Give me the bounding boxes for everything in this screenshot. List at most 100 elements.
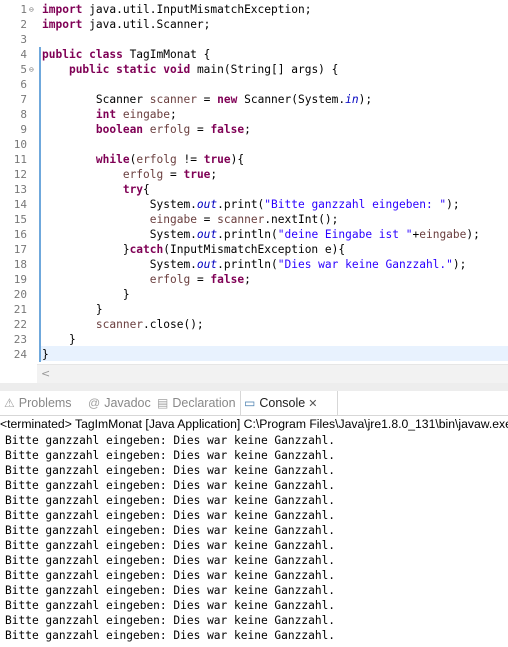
code-token: "deine Eingabe ist " bbox=[277, 228, 413, 241]
code-line[interactable]: } bbox=[42, 302, 103, 317]
change-marker bbox=[39, 242, 41, 257]
change-marker bbox=[39, 317, 41, 332]
code-line[interactable]: boolean erfolg = false; bbox=[42, 122, 251, 137]
code-token: .print( bbox=[217, 198, 265, 211]
console-line: Bitte ganzzahl eingeben: Dies war keine … bbox=[5, 464, 336, 477]
code-token: ); bbox=[358, 93, 373, 106]
tab-console[interactable]: ▭ Console ✕ bbox=[244, 391, 318, 415]
code-token: .println( bbox=[217, 228, 278, 241]
code-token: } bbox=[42, 303, 103, 316]
code-token: System. bbox=[42, 228, 197, 241]
code-line[interactable]: while(erfolg != true){ bbox=[42, 152, 244, 167]
code-line[interactable]: Scanner scanner = new Scanner(System.in)… bbox=[42, 92, 372, 107]
code-token: ; bbox=[244, 273, 251, 286]
code-line[interactable]: System.out.println("deine Eingabe ist "+… bbox=[42, 227, 480, 242]
fold-toggle-icon[interactable]: ⊖ bbox=[29, 2, 39, 17]
close-icon[interactable]: ✕ bbox=[305, 398, 317, 410]
panel-separator[interactable] bbox=[0, 383, 508, 391]
code-line[interactable]: public class TagImMonat { bbox=[42, 47, 210, 62]
tab-label: Problems bbox=[18, 396, 72, 410]
horizontal-scrollbar[interactable]: < bbox=[37, 364, 508, 383]
code-line[interactable]: erfolg = false; bbox=[42, 272, 251, 287]
code-line[interactable]: public static void main(String[] args) { bbox=[42, 62, 338, 77]
change-marker bbox=[39, 257, 41, 272]
tab-label: Console bbox=[259, 396, 306, 410]
code-token: java.util.Scanner; bbox=[82, 18, 211, 31]
line-number: 17 bbox=[13, 243, 27, 256]
code-line[interactable]: erfolg = true; bbox=[42, 167, 217, 182]
code-token: false bbox=[210, 273, 245, 286]
line-number: 15 bbox=[13, 213, 27, 226]
line-number: 2 bbox=[20, 18, 27, 31]
code-token: true bbox=[183, 168, 211, 181]
console-line: Bitte ganzzahl eingeben: Dies war keine … bbox=[5, 449, 336, 462]
code-token: import bbox=[42, 18, 83, 31]
code-line[interactable]: import java.util.Scanner; bbox=[42, 17, 210, 32]
line-number: 4 bbox=[20, 48, 27, 61]
console-line: Bitte ganzzahl eingeben: Dies war keine … bbox=[5, 614, 336, 627]
code-token: = bbox=[196, 93, 218, 106]
line-number: 12 bbox=[13, 168, 27, 181]
code-token: = bbox=[163, 168, 184, 181]
code-token: out bbox=[196, 228, 218, 241]
code-token: try bbox=[122, 183, 144, 196]
code-token: "Dies war keine Ganzzahl." bbox=[277, 258, 453, 271]
code-token: erfolg bbox=[149, 273, 191, 286]
change-marker bbox=[39, 302, 41, 317]
code-line[interactable]: System.out.print("Bitte ganzzahl eingebe… bbox=[42, 197, 460, 212]
code-token: boolean bbox=[95, 123, 144, 136]
code-editor[interactable]: 1 ⊖ 2 3 4 5 ⊖ 6 7 8 9 10 11 12 13 14 15 16 17 18 19 20 21 22 23 2… bbox=[0, 0, 508, 364]
code-line[interactable]: import java.util.InputMismatchException; bbox=[42, 2, 311, 17]
code-token: import bbox=[42, 3, 83, 16]
console-line: Bitte ganzzahl eingeben: Dies war keine … bbox=[5, 509, 336, 522]
change-marker bbox=[39, 122, 41, 137]
code-token: public class bbox=[42, 48, 123, 61]
tab-declaration[interactable]: ▤ Declaration bbox=[157, 391, 236, 415]
code-token: ; bbox=[244, 123, 251, 136]
code-line[interactable]: int eingabe; bbox=[42, 107, 177, 122]
fold-toggle-icon[interactable]: ⊖ bbox=[29, 62, 39, 77]
scroll-left-icon[interactable]: < bbox=[41, 367, 50, 380]
console-icon: ▭ bbox=[244, 396, 256, 410]
code-token: scanner bbox=[95, 318, 144, 331]
change-marker bbox=[39, 152, 41, 167]
code-token: ){ bbox=[230, 153, 245, 166]
code-line[interactable]: } bbox=[42, 332, 76, 347]
code-token: } bbox=[42, 333, 76, 346]
line-number: 18 bbox=[13, 258, 27, 271]
code-line[interactable]: } bbox=[42, 347, 49, 362]
code-line[interactable]: eingabe = scanner.nextInt(); bbox=[42, 212, 339, 227]
line-number: 19 bbox=[13, 273, 27, 286]
code-token: } bbox=[42, 288, 130, 301]
code-line[interactable]: }catch(InputMismatchException e){ bbox=[42, 242, 345, 257]
line-number: 14 bbox=[13, 198, 27, 211]
line-number: 6 bbox=[20, 78, 27, 91]
code-token: out bbox=[196, 258, 218, 271]
console-line: Bitte ganzzahl eingeben: Dies war keine … bbox=[5, 524, 336, 537]
code-token: eingabe bbox=[122, 108, 171, 121]
code-line[interactable]: scanner.close(); bbox=[42, 317, 204, 332]
change-marker bbox=[39, 272, 41, 287]
change-marker bbox=[39, 167, 41, 182]
line-number: 21 bbox=[13, 303, 27, 316]
console-output[interactable]: Bitte ganzzahl eingeben: Dies war keine … bbox=[0, 433, 508, 647]
line-number: 1 bbox=[20, 3, 27, 16]
code-token: } bbox=[42, 348, 49, 361]
console-line: Bitte ganzzahl eingeben: Dies war keine … bbox=[5, 584, 336, 597]
line-number: 22 bbox=[13, 318, 27, 331]
code-line[interactable]: try{ bbox=[42, 182, 150, 197]
console-line: Bitte ganzzahl eingeben: Dies war keine … bbox=[5, 479, 336, 492]
code-line[interactable]: } bbox=[42, 287, 130, 302]
line-number: 20 bbox=[13, 288, 27, 301]
tab-javadoc[interactable]: @ Javadoc bbox=[88, 391, 151, 415]
javadoc-icon: @ bbox=[88, 396, 101, 410]
code-line[interactable]: System.out.println("Dies war keine Ganzz… bbox=[42, 257, 467, 272]
tab-problems[interactable]: ⚠ Problems bbox=[4, 391, 72, 415]
declaration-icon: ▤ bbox=[157, 396, 169, 410]
